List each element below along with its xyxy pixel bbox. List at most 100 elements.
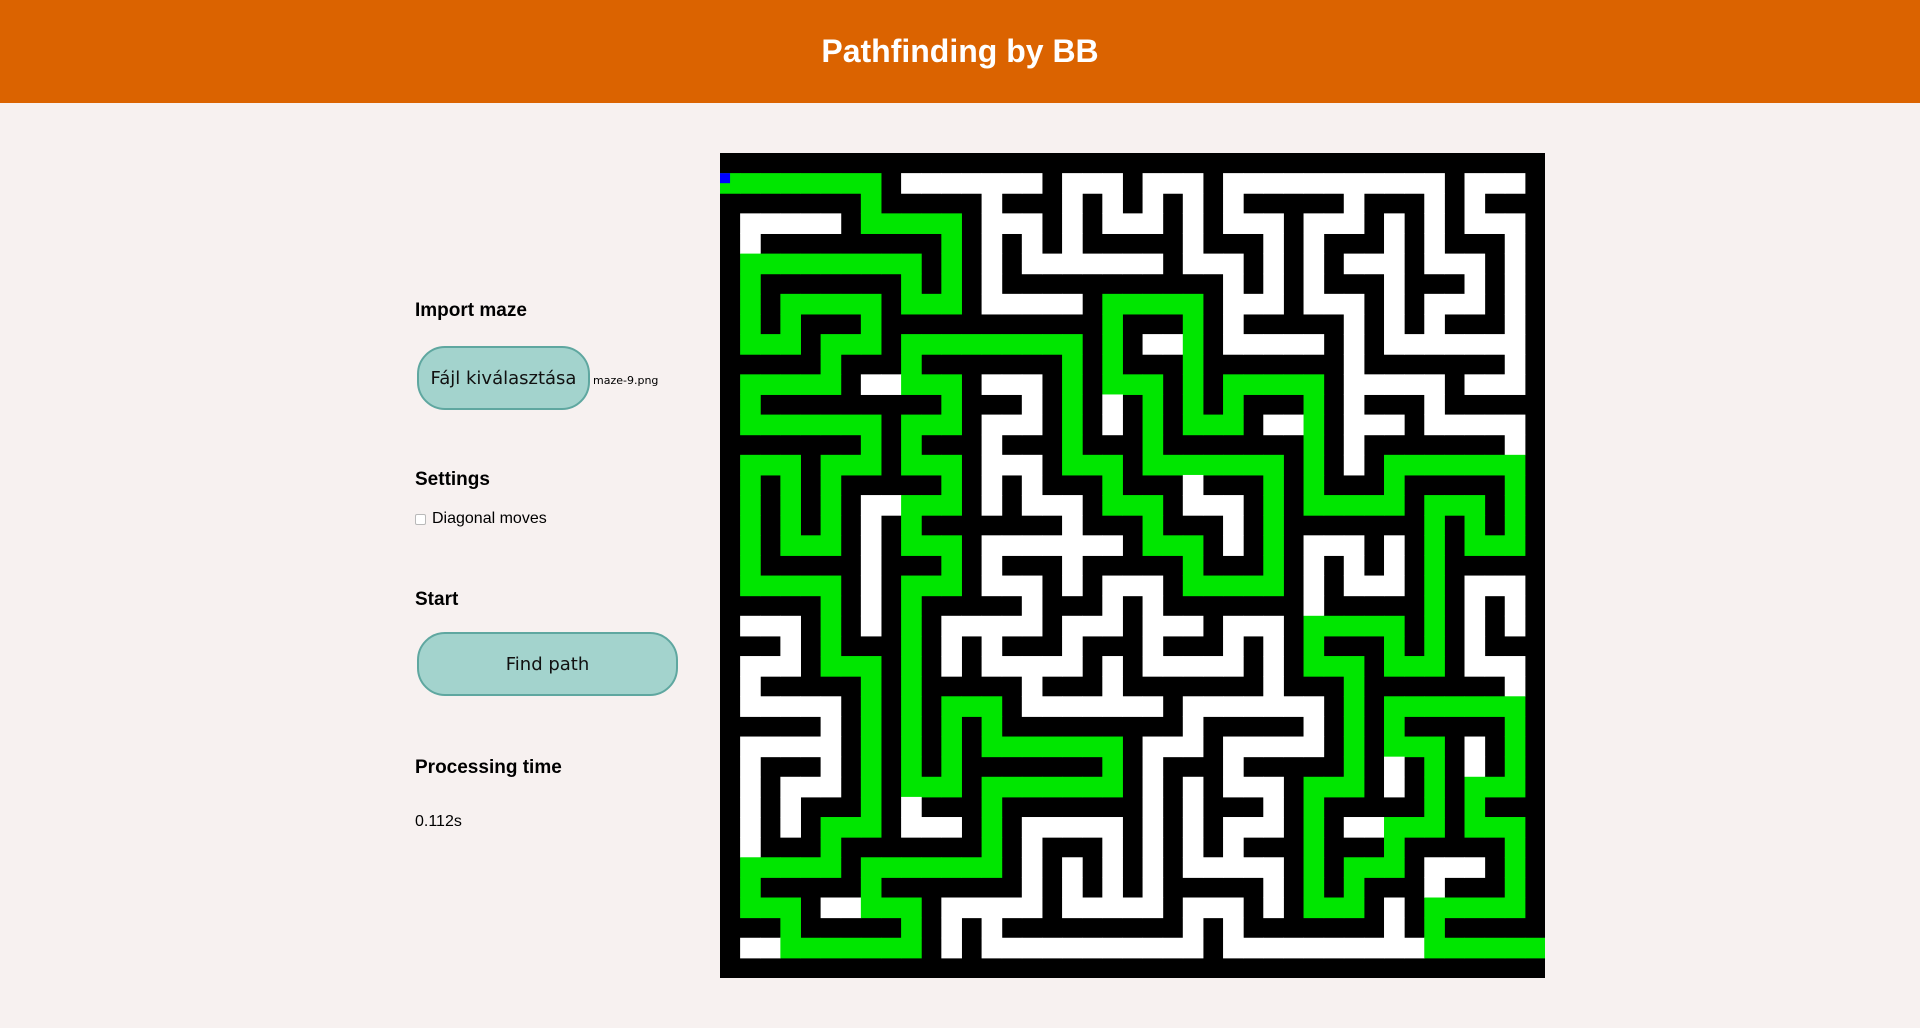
maze-floor-cell xyxy=(1504,676,1526,697)
maze-floor-cell xyxy=(820,776,842,798)
maze-path-cell xyxy=(800,937,822,959)
maze-path-cell xyxy=(1384,696,1405,717)
maze-floor-cell xyxy=(1363,817,1385,838)
maze-floor-cell xyxy=(901,796,922,818)
maze-path-cell xyxy=(1363,857,1385,878)
maze-floor-cell xyxy=(1243,937,1264,959)
maze-path-cell xyxy=(1424,555,1445,577)
maze-floor-cell xyxy=(1223,776,1244,798)
maze-floor-cell xyxy=(1243,615,1264,637)
maze-floor-cell xyxy=(1223,495,1244,516)
maze-floor-cell xyxy=(1182,213,1204,234)
maze-path-cell xyxy=(1182,575,1204,597)
maze-path-cell xyxy=(1021,776,1043,798)
maze-path-cell xyxy=(941,414,962,436)
maze-floor-cell xyxy=(1001,213,1023,234)
maze-path-cell xyxy=(1182,293,1204,315)
maze-path-cell xyxy=(941,555,962,577)
maze-floor-cell xyxy=(1504,595,1526,617)
maze-floor-cell xyxy=(1041,817,1063,838)
maze-floor-cell xyxy=(1484,173,1506,194)
maze-floor-cell xyxy=(1062,656,1083,677)
maze-path-cell xyxy=(840,173,862,194)
maze-floor-cell xyxy=(1182,857,1204,878)
maze-path-cell xyxy=(901,656,922,677)
maze-path-cell xyxy=(1464,796,1486,818)
maze-floor-cell xyxy=(1102,193,1123,214)
maze-path-cell xyxy=(1303,434,1325,456)
maze-path-cell xyxy=(1202,454,1224,476)
maze-floor-cell xyxy=(1464,193,1486,214)
maze-path-cell xyxy=(1343,656,1365,677)
maze-path-cell xyxy=(800,173,822,194)
maze-path-cell xyxy=(860,696,882,717)
maze-path-cell xyxy=(1504,857,1526,878)
maze-floor-cell xyxy=(1102,253,1123,275)
maze-floor-cell xyxy=(860,595,882,617)
maze-floor-cell xyxy=(1263,796,1284,818)
maze-path-cell xyxy=(840,414,862,436)
find-path-button[interactable]: Find path xyxy=(417,632,678,696)
maze-floor-cell xyxy=(1062,193,1083,214)
maze-floor-cell xyxy=(1182,817,1204,838)
maze-path-cell xyxy=(800,374,822,395)
maze-floor-cell xyxy=(1223,937,1244,959)
maze-floor-cell xyxy=(1202,253,1224,275)
maze-path-cell xyxy=(820,173,842,194)
maze-path-cell xyxy=(1263,495,1284,516)
maze-floor-cell xyxy=(1202,857,1224,878)
maze-floor-cell xyxy=(1041,253,1063,275)
maze-path-cell xyxy=(921,414,942,436)
maze-floor-cell xyxy=(1424,414,1445,436)
maze-floor-cell xyxy=(981,495,1003,516)
maze-path-cell xyxy=(740,394,761,416)
maze-floor-cell xyxy=(1102,535,1123,556)
maze-path-cell xyxy=(901,897,922,919)
maze-floor-cell xyxy=(1142,937,1164,959)
maze-floor-cell xyxy=(1404,173,1425,194)
maze-floor-cell xyxy=(1303,535,1325,556)
maze-path-cell xyxy=(1464,515,1486,536)
maze-floor-cell xyxy=(1021,857,1043,878)
maze-path-cell xyxy=(901,635,922,657)
maze-floor-cell xyxy=(1424,233,1445,255)
diagonal-moves-checkbox[interactable] xyxy=(415,513,426,525)
maze-path-cell xyxy=(740,414,761,436)
maze-floor-cell xyxy=(1223,253,1244,275)
maze-path-cell xyxy=(1444,897,1466,919)
maze-floor-cell xyxy=(1182,495,1204,516)
maze-path-cell xyxy=(1303,656,1325,677)
maze-path-cell xyxy=(901,595,922,617)
maze-floor-cell xyxy=(1303,213,1325,234)
maze-path-cell xyxy=(1384,817,1405,838)
maze-path-cell xyxy=(941,495,962,516)
maze-floor-cell xyxy=(1162,736,1184,758)
maze-path-cell xyxy=(820,635,842,657)
choose-file-button[interactable]: Fájl kiválasztása xyxy=(417,346,590,410)
maze-path-cell xyxy=(1343,756,1365,778)
maze-floor-cell xyxy=(1021,233,1043,255)
maze-floor-cell xyxy=(1102,937,1123,959)
maze-floor-cell xyxy=(1062,293,1083,315)
maze-path-cell xyxy=(1464,937,1486,959)
maze-floor-cell xyxy=(1062,253,1083,275)
maze-floor-cell xyxy=(740,776,761,798)
maze-path-cell xyxy=(840,253,862,275)
maze-floor-cell xyxy=(1243,293,1264,315)
maze-floor-cell xyxy=(1384,173,1405,194)
maze-path-cell xyxy=(981,716,1003,738)
maze-path-cell xyxy=(820,515,842,536)
maze-floor-cell xyxy=(1223,615,1244,637)
maze-path-cell xyxy=(921,213,942,234)
maze-path-cell xyxy=(1404,656,1425,677)
maze-floor-cell xyxy=(1384,273,1405,295)
diagonal-moves-option[interactable]: Diagonal moves xyxy=(415,510,547,528)
maze-floor-cell xyxy=(1062,555,1083,577)
maze-floor-cell xyxy=(860,555,882,577)
maze-floor-cell xyxy=(1263,857,1284,878)
maze-path-cell xyxy=(820,595,842,617)
maze-path-cell xyxy=(800,253,822,275)
maze-path-cell xyxy=(1404,736,1425,758)
maze-floor-cell xyxy=(1021,595,1043,617)
maze-floor-cell xyxy=(1223,897,1244,919)
